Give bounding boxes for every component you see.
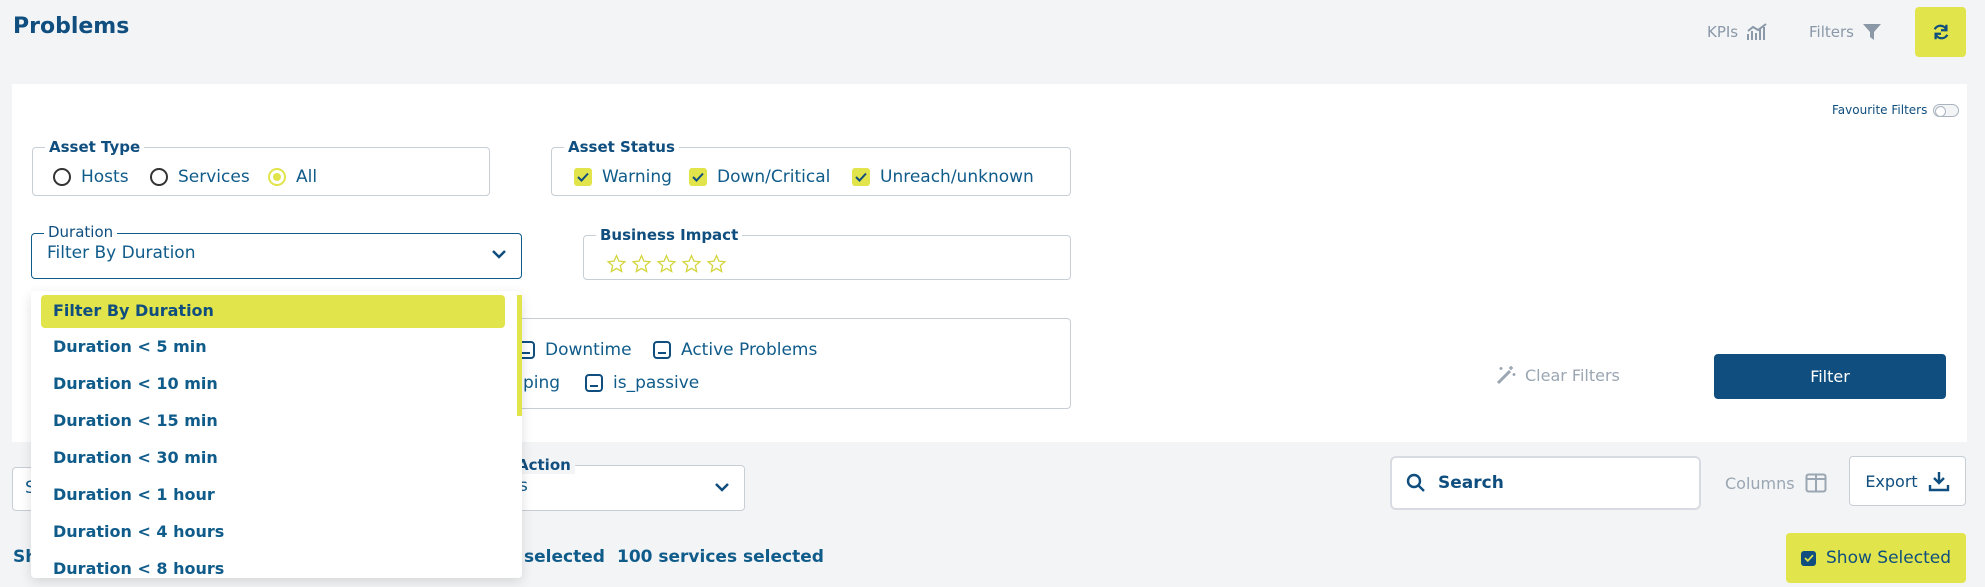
refresh-icon <box>1933 24 1948 40</box>
check-downtime[interactable]: Downtime <box>517 340 632 360</box>
check-icon[interactable] <box>689 168 707 186</box>
check-downtime-label: Downtime <box>545 340 632 360</box>
check-unreach-unknown[interactable]: Unreach/unknown <box>852 167 1034 187</box>
check-icon[interactable] <box>574 168 592 186</box>
check-warning-label: Warning <box>602 167 672 187</box>
action-select[interactable]: Action s <box>500 456 745 511</box>
filters-button[interactable]: Filters <box>1809 22 1882 42</box>
action-label: Action <box>513 456 575 474</box>
duration-dropdown: Filter By Duration Duration < 5 min Dura… <box>31 291 522 578</box>
columns-button[interactable]: Columns <box>1725 473 1827 493</box>
radio-services[interactable]: Services <box>150 167 250 187</box>
duration-label: Duration <box>44 223 118 241</box>
duration-value: Filter By Duration <box>47 243 196 263</box>
filters-label: Filters <box>1809 23 1854 41</box>
export-label: Export <box>1865 471 1918 491</box>
search-icon <box>1406 473 1425 492</box>
dropdown-item[interactable]: Duration < 5 min <box>41 331 505 364</box>
star-icon[interactable] <box>631 254 652 274</box>
star-icon[interactable] <box>681 254 702 274</box>
duration-select[interactable]: Duration Filter By Duration <box>31 223 522 279</box>
asset-status-legend: Asset Status <box>568 138 675 156</box>
show-selected-button[interactable]: Show Selected <box>1786 533 1966 583</box>
check-empty-icon[interactable] <box>653 341 671 359</box>
check-empty-icon[interactable] <box>585 374 603 392</box>
kpis-label: KPIs <box>1707 23 1739 41</box>
page-title: Problems <box>13 14 130 39</box>
dropdown-item[interactable]: Duration < 10 min <box>41 368 505 401</box>
favourite-filters-label: Favourite Filters <box>1832 103 1928 117</box>
radio-services-label: Services <box>178 167 250 187</box>
hosts-selected-label: selected <box>524 547 605 567</box>
star-icon[interactable] <box>706 254 727 274</box>
columns-label: Columns <box>1725 473 1795 493</box>
refresh-button[interactable] <box>1915 7 1966 57</box>
dropdown-scrollbar[interactable] <box>517 295 522 416</box>
radio-hosts[interactable]: Hosts <box>53 167 129 187</box>
dropdown-item[interactable]: Duration < 1 hour <box>41 479 505 512</box>
search-input[interactable] <box>1438 473 1678 493</box>
chart-line-icon <box>1747 23 1767 40</box>
kpis-button[interactable]: KPIs <box>1707 22 1768 42</box>
dropdown-item[interactable]: Filter By Duration <box>41 295 505 328</box>
radio-all[interactable]: All <box>268 167 317 187</box>
check-down-critical-label: Down/Critical <box>717 167 831 187</box>
dropdown-item[interactable]: Duration < 15 min <box>41 405 505 438</box>
columns-icon <box>1805 473 1827 493</box>
chevron-down-icon <box>715 483 729 492</box>
dropdown-item[interactable]: Duration < 30 min <box>41 442 505 475</box>
export-button[interactable]: Export <box>1849 456 1966 506</box>
check-is-passive[interactable]: is_passive <box>585 373 699 393</box>
check-down-critical[interactable]: Down/Critical <box>689 167 830 187</box>
star-icon[interactable] <box>656 254 677 274</box>
check-active-problems-label: Active Problems <box>681 340 818 360</box>
radio-hosts-label: Hosts <box>81 167 129 187</box>
check-warning[interactable]: Warning <box>574 167 672 187</box>
radio-all-label: All <box>296 167 318 187</box>
favourite-filters-toggle[interactable] <box>1933 103 1960 117</box>
chevron-down-icon <box>492 250 506 259</box>
radio-all-circle[interactable] <box>268 168 286 186</box>
favourite-filters[interactable]: Favourite Filters <box>1832 103 1960 117</box>
show-selected-label: Show Selected <box>1826 548 1951 568</box>
dropdown-item[interactable]: Duration < 8 hours <box>41 553 505 578</box>
radio-services-circle[interactable] <box>150 168 168 186</box>
check-ping-label: ping <box>523 373 561 393</box>
business-impact-group: Business Impact <box>583 226 1071 280</box>
filter-button[interactable]: Filter <box>1714 354 1946 399</box>
check-icon <box>1801 550 1817 566</box>
download-icon <box>1928 472 1949 492</box>
check-ping-partial: ping <box>523 373 560 393</box>
clear-filters-label: Clear Filters <box>1525 365 1620 385</box>
check-unreach-unknown-label: Unreach/unknown <box>880 167 1034 187</box>
asset-type-legend: Asset Type <box>49 138 141 156</box>
search-box[interactable] <box>1390 456 1701 510</box>
services-selected-label: 100 services selected <box>617 547 824 567</box>
check-is-passive-label: is_passive <box>613 373 700 393</box>
radio-hosts-circle[interactable] <box>53 168 71 186</box>
business-impact-legend: Business Impact <box>600 226 739 244</box>
asset-type-group: Asset Type Hosts Services All <box>32 138 490 196</box>
dropdown-item[interactable]: Duration < 4 hours <box>41 516 505 549</box>
asset-status-group: Asset Status Warning Down/Critical Unrea… <box>551 138 1071 196</box>
funnel-icon <box>1862 24 1881 40</box>
check-icon[interactable] <box>852 168 870 186</box>
magic-wand-icon <box>1496 366 1516 385</box>
check-active-problems[interactable]: Active Problems <box>653 340 817 360</box>
clear-filters-button[interactable]: Clear Filters <box>1495 364 1620 386</box>
impact-stars[interactable] <box>606 254 727 274</box>
star-icon[interactable] <box>606 254 627 274</box>
